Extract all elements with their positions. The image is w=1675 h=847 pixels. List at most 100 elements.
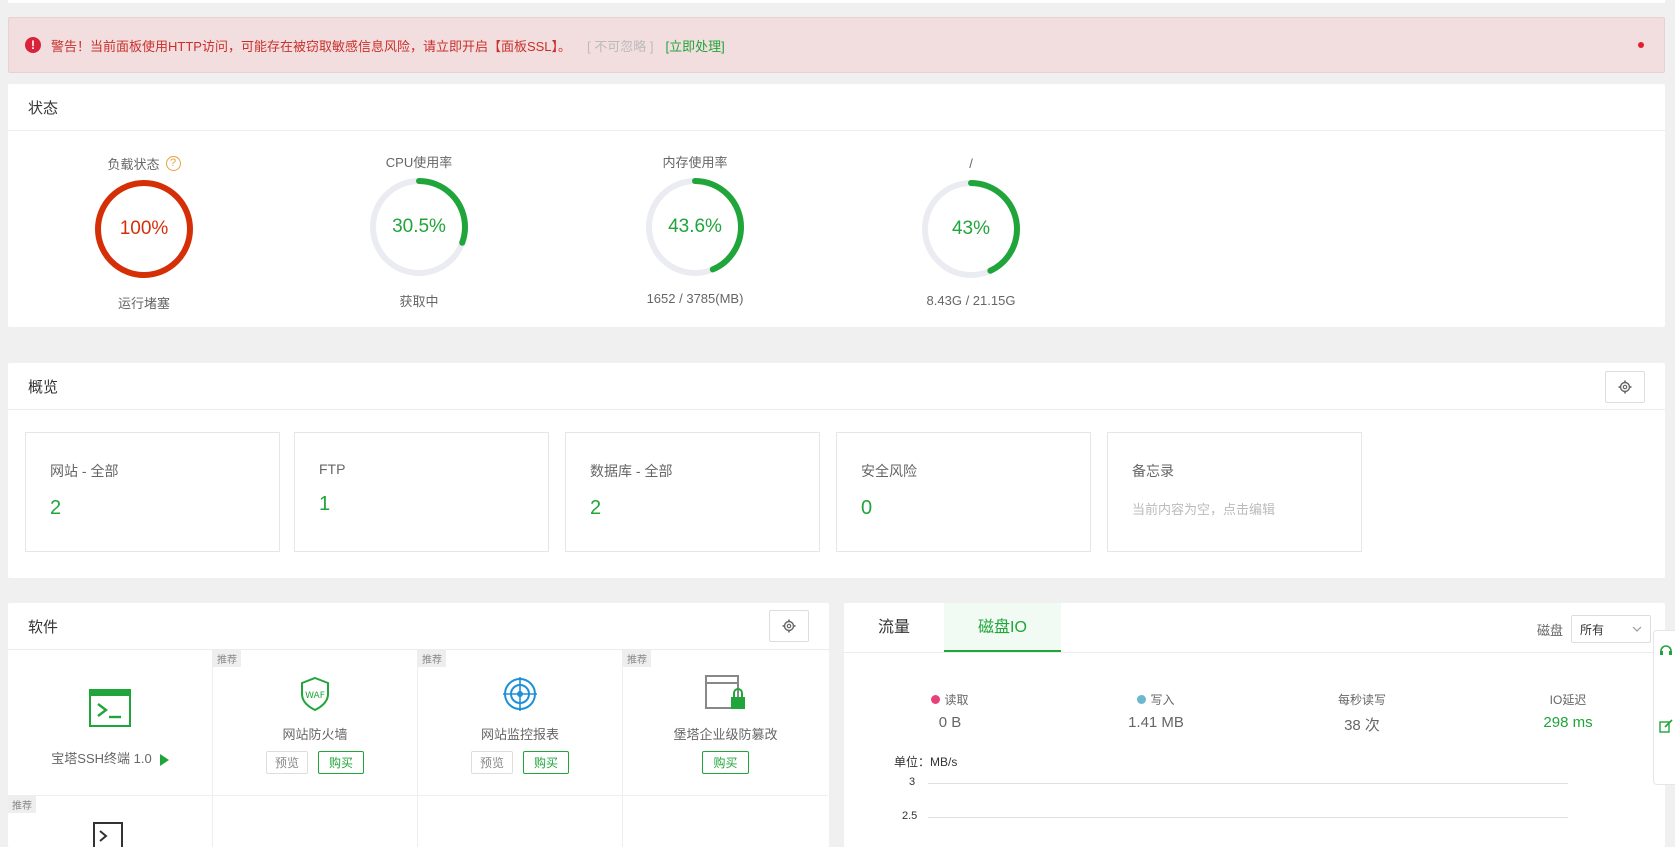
disk-select[interactable]: 所有	[1571, 615, 1651, 643]
stat-value: 298 ms	[1543, 714, 1593, 731]
terminal-icon	[8, 686, 212, 730]
card-value[interactable]: 0	[861, 497, 1090, 520]
software-settings-button[interactable]	[769, 610, 809, 642]
recommend-tag: 推荐	[418, 650, 446, 667]
io-panel: 流量 磁盘IO 磁盘 所有 读取 0 B 写入 1.41 MB 每秒读写 38 …	[844, 603, 1665, 847]
overview-title: 概览	[8, 363, 1665, 410]
gauge-value: 100%	[119, 218, 169, 239]
top-strip	[8, 0, 1665, 3]
gauge-load[interactable]: 负载状态? 100% 运行堵塞	[44, 131, 244, 312]
card-label: 数据库 - 全部	[590, 463, 673, 479]
chevron-down-icon	[1632, 626, 1642, 632]
gauge-sub: 8.43G / 21.15G	[926, 293, 1016, 308]
software-panel: 软件 宝塔SSH终端 1.0 推荐 WAF 网站防火墙 预览 购买 推荐 网站监…	[8, 603, 829, 847]
io-stat-read: 读取 0 B	[870, 691, 1030, 731]
read-legend-dot	[931, 695, 941, 704]
buy-button[interactable]: 购买	[318, 751, 365, 774]
card-value[interactable]: 2	[50, 497, 279, 520]
stat-label: IO延迟	[1549, 693, 1587, 707]
question-icon[interactable]: ?	[165, 155, 181, 171]
disk-select-value: 所有	[1580, 622, 1605, 637]
y-tick-label: 3	[909, 776, 916, 788]
gauge-value: 43.6%	[668, 216, 722, 237]
card-value[interactable]: 1	[319, 493, 548, 516]
io-chart: 单位：MB/s 3 2.5	[844, 733, 1665, 843]
software-empty-cell	[213, 796, 418, 847]
overview-card-memo[interactable]: 备忘录 当前内容为空，点击编辑	[1107, 432, 1362, 552]
card-label: 备忘录	[1132, 463, 1174, 479]
edit-icon[interactable]	[1659, 719, 1673, 733]
gear-icon	[1618, 380, 1632, 394]
disk-label: 磁盘	[1536, 622, 1563, 638]
gauge-value: 43%	[951, 218, 991, 239]
overview-title-text: 概览	[28, 378, 59, 396]
customer-service-float[interactable]	[1653, 630, 1675, 785]
gridline	[928, 783, 1568, 784]
chart-unit-label: 单位：MB/s	[894, 755, 958, 769]
gauges: 负载状态? 100% 运行堵塞 CPU使用率 30.5% 获取中 内存使用率 4…	[8, 131, 1665, 331]
overview-card-sites[interactable]: 网站 - 全部 2	[25, 432, 280, 552]
tab-traffic[interactable]: 流量	[844, 603, 944, 652]
software-item-tamper[interactable]: 推荐 堡塔企业级防篡改 购买	[623, 650, 828, 796]
recommend-tag: 推荐	[623, 650, 651, 667]
software-item-row2[interactable]: 推荐	[8, 796, 213, 847]
card-label: 安全风险	[861, 463, 917, 479]
gauge-sub: 1652 / 3785(MB)	[646, 291, 744, 306]
alert-action-link[interactable]: [立即处理]	[665, 36, 724, 55]
gauge-label: 负载状态	[107, 156, 160, 172]
software-item-ssh[interactable]: 宝塔SSH终端 1.0	[8, 650, 213, 796]
waf-shield-icon: WAF	[213, 672, 417, 716]
card-label: FTP	[319, 461, 346, 477]
overview-panel: 概览 网站 - 全部 2 FTP 1 数据库 - 全部 2 安全风险 0 备忘录…	[8, 363, 1665, 578]
tab-disk-io[interactable]: 磁盘IO	[944, 603, 1061, 652]
buy-button[interactable]: 购买	[702, 751, 749, 774]
gauge-sub: 运行堵塞	[117, 296, 170, 311]
preview-button[interactable]: 预览	[470, 751, 513, 774]
gauge-cpu[interactable]: CPU使用率 30.5% 获取中	[319, 131, 519, 310]
software-item-waf[interactable]: 推荐 WAF 网站防火墙 预览 购买	[213, 650, 418, 796]
overview-card-ftp[interactable]: FTP 1	[294, 432, 549, 552]
svg-text:WAF: WAF	[305, 691, 325, 701]
overview-card-security[interactable]: 安全风险 0	[836, 432, 1091, 552]
exclamation-icon: !	[25, 37, 41, 53]
stat-label: 每秒读写	[1337, 693, 1386, 707]
gauge-label: CPU使用率	[385, 154, 453, 170]
gauge-sub: 获取中	[399, 294, 439, 309]
software-name: 网站防火墙	[282, 727, 348, 742]
gauge-ring: 43%	[919, 177, 1023, 281]
y-tick-label: 2.5	[902, 810, 918, 822]
memo-placeholder[interactable]: 当前内容为空，点击编辑	[1132, 499, 1361, 518]
stat-value: 1.41 MB	[1128, 714, 1184, 731]
gauge-disk[interactable]: / 43% 8.43G / 21.15G	[871, 131, 1071, 308]
gauge-ring: 100%	[92, 177, 196, 281]
buy-button[interactable]: 购买	[523, 751, 570, 774]
io-stat-latency: IO延迟 298 ms	[1488, 691, 1648, 731]
overview-card-database[interactable]: 数据库 - 全部 2	[565, 432, 820, 552]
recommend-tag: 推荐	[213, 650, 241, 667]
gear-icon	[782, 619, 796, 633]
write-legend-dot	[1137, 695, 1147, 704]
software-item-monitor[interactable]: 推荐 网站监控报表 预览 购买	[418, 650, 623, 796]
software-name: 宝塔SSH终端 1.0	[51, 751, 152, 766]
terminal-lock-icon	[8, 822, 212, 847]
status-panel: 状态 负载状态? 100% 运行堵塞 CPU使用率 30.5% 获取中 内存使用…	[8, 84, 1665, 327]
headset-icon[interactable]	[1659, 643, 1673, 657]
software-title: 软件	[8, 603, 829, 650]
locked-window-icon	[623, 672, 828, 716]
alert-dot	[1638, 42, 1644, 48]
overview-cards: 网站 - 全部 2 FTP 1 数据库 - 全部 2 安全风险 0 备忘录 当前…	[8, 410, 1665, 568]
gauge-memory[interactable]: 内存使用率 43.6% 1652 / 3785(MB)	[595, 131, 795, 306]
card-label: 网站 - 全部	[50, 463, 119, 479]
io-stat-iops: 每秒读写 38 次	[1282, 691, 1442, 735]
software-title-text: 软件	[28, 618, 59, 636]
play-icon[interactable]	[159, 753, 169, 766]
preview-button[interactable]: 预览	[265, 751, 308, 774]
software-empty-cell	[623, 796, 828, 847]
card-value[interactable]: 2	[590, 497, 819, 520]
overview-settings-button[interactable]	[1605, 371, 1645, 403]
ssl-warning-alert: ! 警告！当前面板使用HTTP访问，可能存在被窃取敏感信息风险，请立即开启【面板…	[8, 17, 1665, 73]
software-name: 堡塔企业级防篡改	[673, 727, 778, 742]
recommend-tag: 推荐	[8, 796, 36, 813]
gauge-ring: 43.6%	[643, 175, 747, 279]
gauge-label: 内存使用率	[662, 154, 728, 170]
